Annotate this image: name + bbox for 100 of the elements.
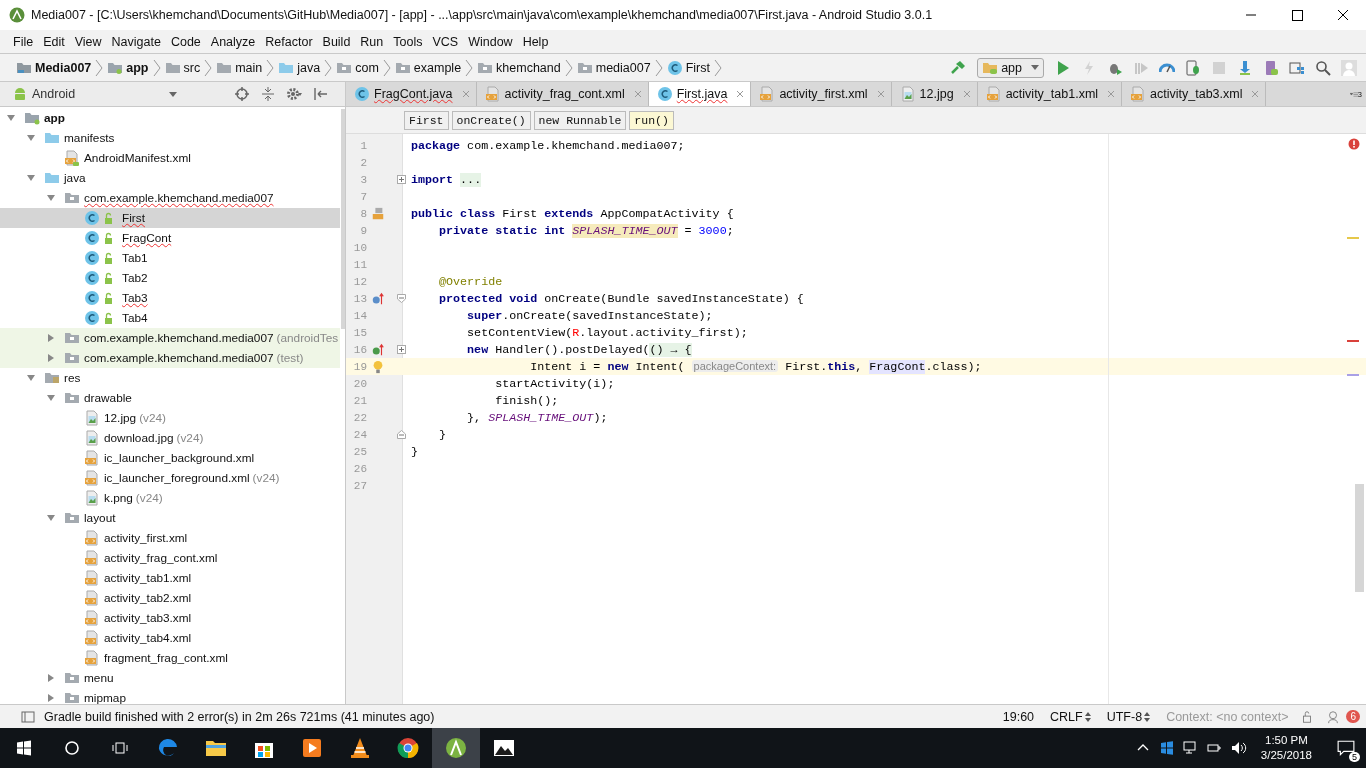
expanded-arrow-icon[interactable] bbox=[26, 373, 36, 383]
breadcrumb-item[interactable]: khemchand bbox=[477, 59, 561, 76]
scope-breadcrumb[interactable]: First bbox=[404, 110, 449, 130]
collapse-fold-icon[interactable] bbox=[397, 294, 406, 303]
tree-item[interactable]: app bbox=[0, 108, 340, 128]
main-menu-entry[interactable]: Analyze bbox=[205, 32, 261, 51]
tree-item[interactable]: com.example.khemchand.media007 bbox=[0, 188, 340, 208]
tool-window-icon[interactable] bbox=[20, 708, 36, 725]
close-icon[interactable] bbox=[633, 90, 642, 98]
tree-item[interactable]: First bbox=[0, 208, 340, 228]
run-icon[interactable] bbox=[1055, 59, 1071, 76]
main-menu-entry[interactable]: Build bbox=[317, 32, 356, 51]
tree-item[interactable]: activity_tab2.xml bbox=[0, 588, 340, 608]
tree-item[interactable]: res bbox=[0, 368, 340, 388]
close-icon[interactable] bbox=[962, 90, 971, 98]
implement-icon[interactable] bbox=[371, 342, 385, 357]
editor-tab[interactable]: 12.jpg bbox=[891, 82, 978, 106]
tree-item[interactable]: ic_launcher_foreground.xml (v24) bbox=[0, 468, 340, 488]
tree-item[interactable]: manifests bbox=[0, 128, 340, 148]
editor-tab[interactable]: First.java bbox=[648, 82, 752, 106]
error-count-badge[interactable]: 6 bbox=[1346, 710, 1360, 723]
lightbulb-icon[interactable] bbox=[371, 359, 385, 374]
hide-icon[interactable] bbox=[312, 86, 328, 102]
expanded-arrow-icon[interactable] bbox=[46, 513, 56, 523]
main-menu-entry[interactable]: Help bbox=[517, 32, 554, 51]
collapsed-arrow-icon[interactable] bbox=[46, 673, 56, 683]
tree-item[interactable]: drawable bbox=[0, 388, 340, 408]
hammer-icon[interactable] bbox=[950, 59, 967, 76]
tree-item[interactable]: layout bbox=[0, 508, 340, 528]
collapsed-arrow-icon[interactable] bbox=[46, 693, 56, 703]
error-icon[interactable] bbox=[1348, 138, 1360, 150]
breadcrumb-item[interactable]: com bbox=[336, 59, 379, 76]
main-menu-entry[interactable]: Window bbox=[463, 32, 518, 51]
tree-item[interactable]: activity_frag_cont.xml bbox=[0, 548, 340, 568]
search-icon[interactable] bbox=[1315, 59, 1331, 76]
tree-item[interactable]: activity_tab1.xml bbox=[0, 568, 340, 588]
scope-breadcrumb[interactable]: onCreate() bbox=[451, 110, 531, 130]
breadcrumb-item[interactable]: example bbox=[394, 59, 462, 76]
editor-tab[interactable]: activity_tab3.xml bbox=[1122, 82, 1267, 106]
run-config-dropdown[interactable]: app bbox=[977, 57, 1044, 78]
breadcrumb-item[interactable]: java bbox=[278, 59, 321, 76]
editor-tab[interactable]: activity_first.xml bbox=[751, 82, 892, 106]
breadcrumb-item[interactable]: main bbox=[216, 59, 263, 76]
breadcrumb-item[interactable]: src bbox=[164, 59, 201, 76]
tree-item[interactable]: menu bbox=[0, 668, 340, 688]
task-view-icon[interactable] bbox=[112, 740, 128, 756]
target-icon[interactable] bbox=[234, 86, 250, 102]
network-icon[interactable] bbox=[1182, 740, 1199, 756]
main-menu-entry[interactable]: Run bbox=[355, 32, 389, 51]
tree-item[interactable]: com.example.khemchand.media007 (test) bbox=[0, 348, 340, 368]
editor-tab[interactable]: FragCont.java bbox=[346, 82, 477, 106]
tree-item[interactable]: FragCont bbox=[0, 228, 340, 248]
override-icon[interactable] bbox=[371, 291, 385, 306]
main-menu-entry[interactable]: File bbox=[8, 32, 39, 51]
main-menu-entry[interactable]: Tools bbox=[388, 32, 428, 51]
clock-date[interactable]: 3/25/2018 bbox=[1260, 748, 1312, 763]
editor-tab[interactable]: activity_frag_cont.xml bbox=[476, 82, 649, 106]
tree-item[interactable]: fragment_frag_cont.xml bbox=[0, 648, 340, 668]
tree-item[interactable]: Tab3 bbox=[0, 288, 340, 308]
gear-icon[interactable] bbox=[286, 86, 302, 102]
windows-icon[interactable] bbox=[1158, 740, 1175, 756]
collapse-icon[interactable] bbox=[260, 86, 276, 102]
main-menu-entry[interactable]: Refactor bbox=[260, 32, 318, 51]
breadcrumb-item[interactable]: media007 bbox=[576, 59, 651, 76]
sdk-manager-icon[interactable] bbox=[1237, 59, 1253, 76]
tree-item[interactable]: java bbox=[0, 168, 340, 188]
tree-item[interactable]: com.example.khemchand.media007 (androidTes bbox=[0, 328, 340, 348]
phone-bug-icon[interactable] bbox=[1185, 59, 1201, 76]
tree-item[interactable]: activity_tab4.xml bbox=[0, 628, 340, 648]
tree-item[interactable]: AndroidManifest.xml bbox=[0, 148, 340, 168]
expanded-arrow-icon[interactable] bbox=[6, 113, 16, 123]
expand-fold-icon[interactable] bbox=[397, 175, 406, 184]
expanded-arrow-icon[interactable] bbox=[46, 393, 56, 403]
scrollbar-thumb[interactable] bbox=[341, 109, 345, 329]
main-menu-entry[interactable]: Code bbox=[165, 32, 206, 51]
breadcrumb-item[interactable]: Media007 bbox=[16, 59, 92, 76]
device-icon[interactable] bbox=[1263, 59, 1279, 76]
android-studio-icon[interactable] bbox=[432, 728, 480, 768]
tree-item[interactable]: k.png (v24) bbox=[0, 488, 340, 508]
close-icon[interactable] bbox=[736, 90, 745, 98]
close-icon[interactable] bbox=[876, 90, 885, 98]
breadcrumb-item[interactable]: First bbox=[666, 59, 710, 76]
expanded-arrow-icon[interactable] bbox=[26, 173, 36, 183]
fold-end-icon[interactable] bbox=[397, 430, 406, 439]
encoding-selector[interactable]: UTF-8 bbox=[1106, 709, 1151, 724]
tree-item[interactable]: Tab4 bbox=[0, 308, 340, 328]
editor-tab[interactable]: activity_tab1.xml bbox=[977, 82, 1123, 106]
tree-item[interactable]: activity_first.xml bbox=[0, 528, 340, 548]
main-menu-entry[interactable]: VCS bbox=[427, 32, 464, 51]
expanded-arrow-icon[interactable] bbox=[26, 133, 36, 143]
main-menu-entry[interactable]: Navigate bbox=[106, 32, 166, 51]
close-icon[interactable] bbox=[1107, 90, 1116, 98]
volume-icon[interactable] bbox=[1230, 740, 1247, 756]
scope-breadcrumb[interactable]: run() bbox=[629, 110, 674, 130]
project-structure-icon[interactable] bbox=[1289, 59, 1305, 76]
collapsed-arrow-icon[interactable] bbox=[46, 353, 56, 363]
tree-item[interactable]: ic_launcher_background.xml bbox=[0, 448, 340, 468]
inspector-icon[interactable] bbox=[1326, 709, 1341, 724]
close-icon[interactable] bbox=[1251, 90, 1260, 98]
scope-breadcrumb[interactable]: new Runnable bbox=[533, 110, 627, 130]
